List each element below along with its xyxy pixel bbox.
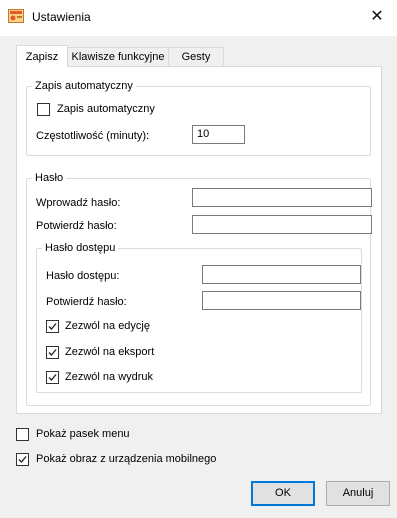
- show-mobile-checkbox[interactable]: [16, 453, 29, 466]
- access-confirm-label: Potwierdź hasło:: [46, 296, 127, 308]
- frequency-label: Częstotliwość (minuty):: [36, 130, 150, 142]
- allow-edit-label: Zezwól na edycję: [65, 320, 150, 332]
- checkmark-icon: [18, 456, 27, 463]
- frequency-input[interactable]: 10: [192, 125, 245, 144]
- show-menu-checkbox[interactable]: [16, 428, 29, 441]
- window-title: Ustawienia: [32, 10, 91, 24]
- autosave-group-label: Zapis automatyczny: [32, 80, 136, 93]
- access-confirm-input[interactable]: [202, 291, 361, 310]
- cancel-button[interactable]: Anuluj: [326, 481, 390, 506]
- ok-button[interactable]: OK: [251, 481, 315, 506]
- confirm-password-input[interactable]: [192, 215, 372, 234]
- access-password-input[interactable]: [202, 265, 361, 284]
- show-menu-label: Pokaż pasek menu: [36, 428, 130, 440]
- allow-export-checkbox[interactable]: [46, 346, 59, 359]
- tab-zapisz[interactable]: Zapisz: [16, 45, 68, 67]
- checkmark-icon: [48, 323, 57, 330]
- allow-print-label: Zezwól na wydruk: [65, 371, 154, 383]
- tab-panel: Zapis automatyczny Zapis automatyczny Cz…: [16, 66, 382, 414]
- allow-edit-checkbox[interactable]: [46, 320, 59, 333]
- title-bar: Ustawienia ✕: [0, 0, 397, 36]
- autosave-checkbox[interactable]: [37, 103, 50, 116]
- allow-export-label: Zezwól na eksport: [65, 346, 155, 358]
- tab-gesty[interactable]: Gesty: [168, 47, 224, 66]
- settings-app-icon: [8, 9, 24, 23]
- password-group-label: Hasło: [32, 172, 67, 185]
- show-mobile-label: Pokaż obraz z urządzenia mobilnego: [36, 453, 217, 465]
- enter-password-input[interactable]: [192, 188, 372, 207]
- autosave-checkbox-label: Zapis automatyczny: [57, 103, 155, 115]
- access-password-label: Hasło dostępu:: [46, 270, 120, 282]
- access-password-group-label: Hasło dostępu: [42, 242, 119, 255]
- autosave-group: Zapis automatyczny: [26, 80, 371, 156]
- enter-password-label: Wprowadź hasło:: [36, 197, 121, 209]
- tab-klawisze-funkcyjne[interactable]: Klawisze funkcyjne: [67, 47, 169, 66]
- close-icon[interactable]: ✕: [357, 0, 397, 32]
- allow-print-checkbox[interactable]: [46, 371, 59, 384]
- checkmark-icon: [48, 374, 57, 381]
- confirm-password-label: Potwierdź hasło:: [36, 220, 117, 232]
- checkmark-icon: [48, 349, 57, 356]
